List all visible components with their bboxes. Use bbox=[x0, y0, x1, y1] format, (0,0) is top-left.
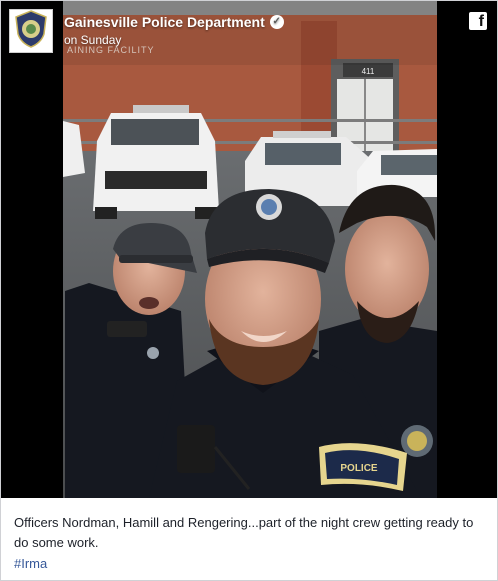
post-photo[interactable]: 411 AINING FACILITY POLICE bbox=[1, 1, 497, 498]
selfie-photo: 411 AINING FACILITY POLICE bbox=[1, 1, 497, 498]
post-timestamp[interactable]: on Sunday bbox=[64, 33, 121, 47]
verified-check-icon: ✓ bbox=[269, 15, 284, 29]
police-badge-icon bbox=[13, 9, 49, 53]
police-patch: POLICE bbox=[340, 463, 378, 474]
page-name-row: Gainesville Police Department ✓ bbox=[64, 14, 284, 30]
hashtag-link[interactable]: #Irma bbox=[14, 556, 47, 571]
patrol-car-left bbox=[93, 105, 219, 219]
page-avatar[interactable] bbox=[9, 9, 53, 53]
facebook-post: 411 AINING FACILITY POLICE Gainesville P… bbox=[0, 0, 498, 581]
post-caption: Officers Nordman, Hamill and Rengering..… bbox=[14, 515, 474, 550]
door-number: 411 bbox=[362, 67, 375, 76]
facebook-icon[interactable]: f bbox=[469, 12, 487, 30]
page-name-link[interactable]: Gainesville Police Department bbox=[64, 14, 265, 30]
